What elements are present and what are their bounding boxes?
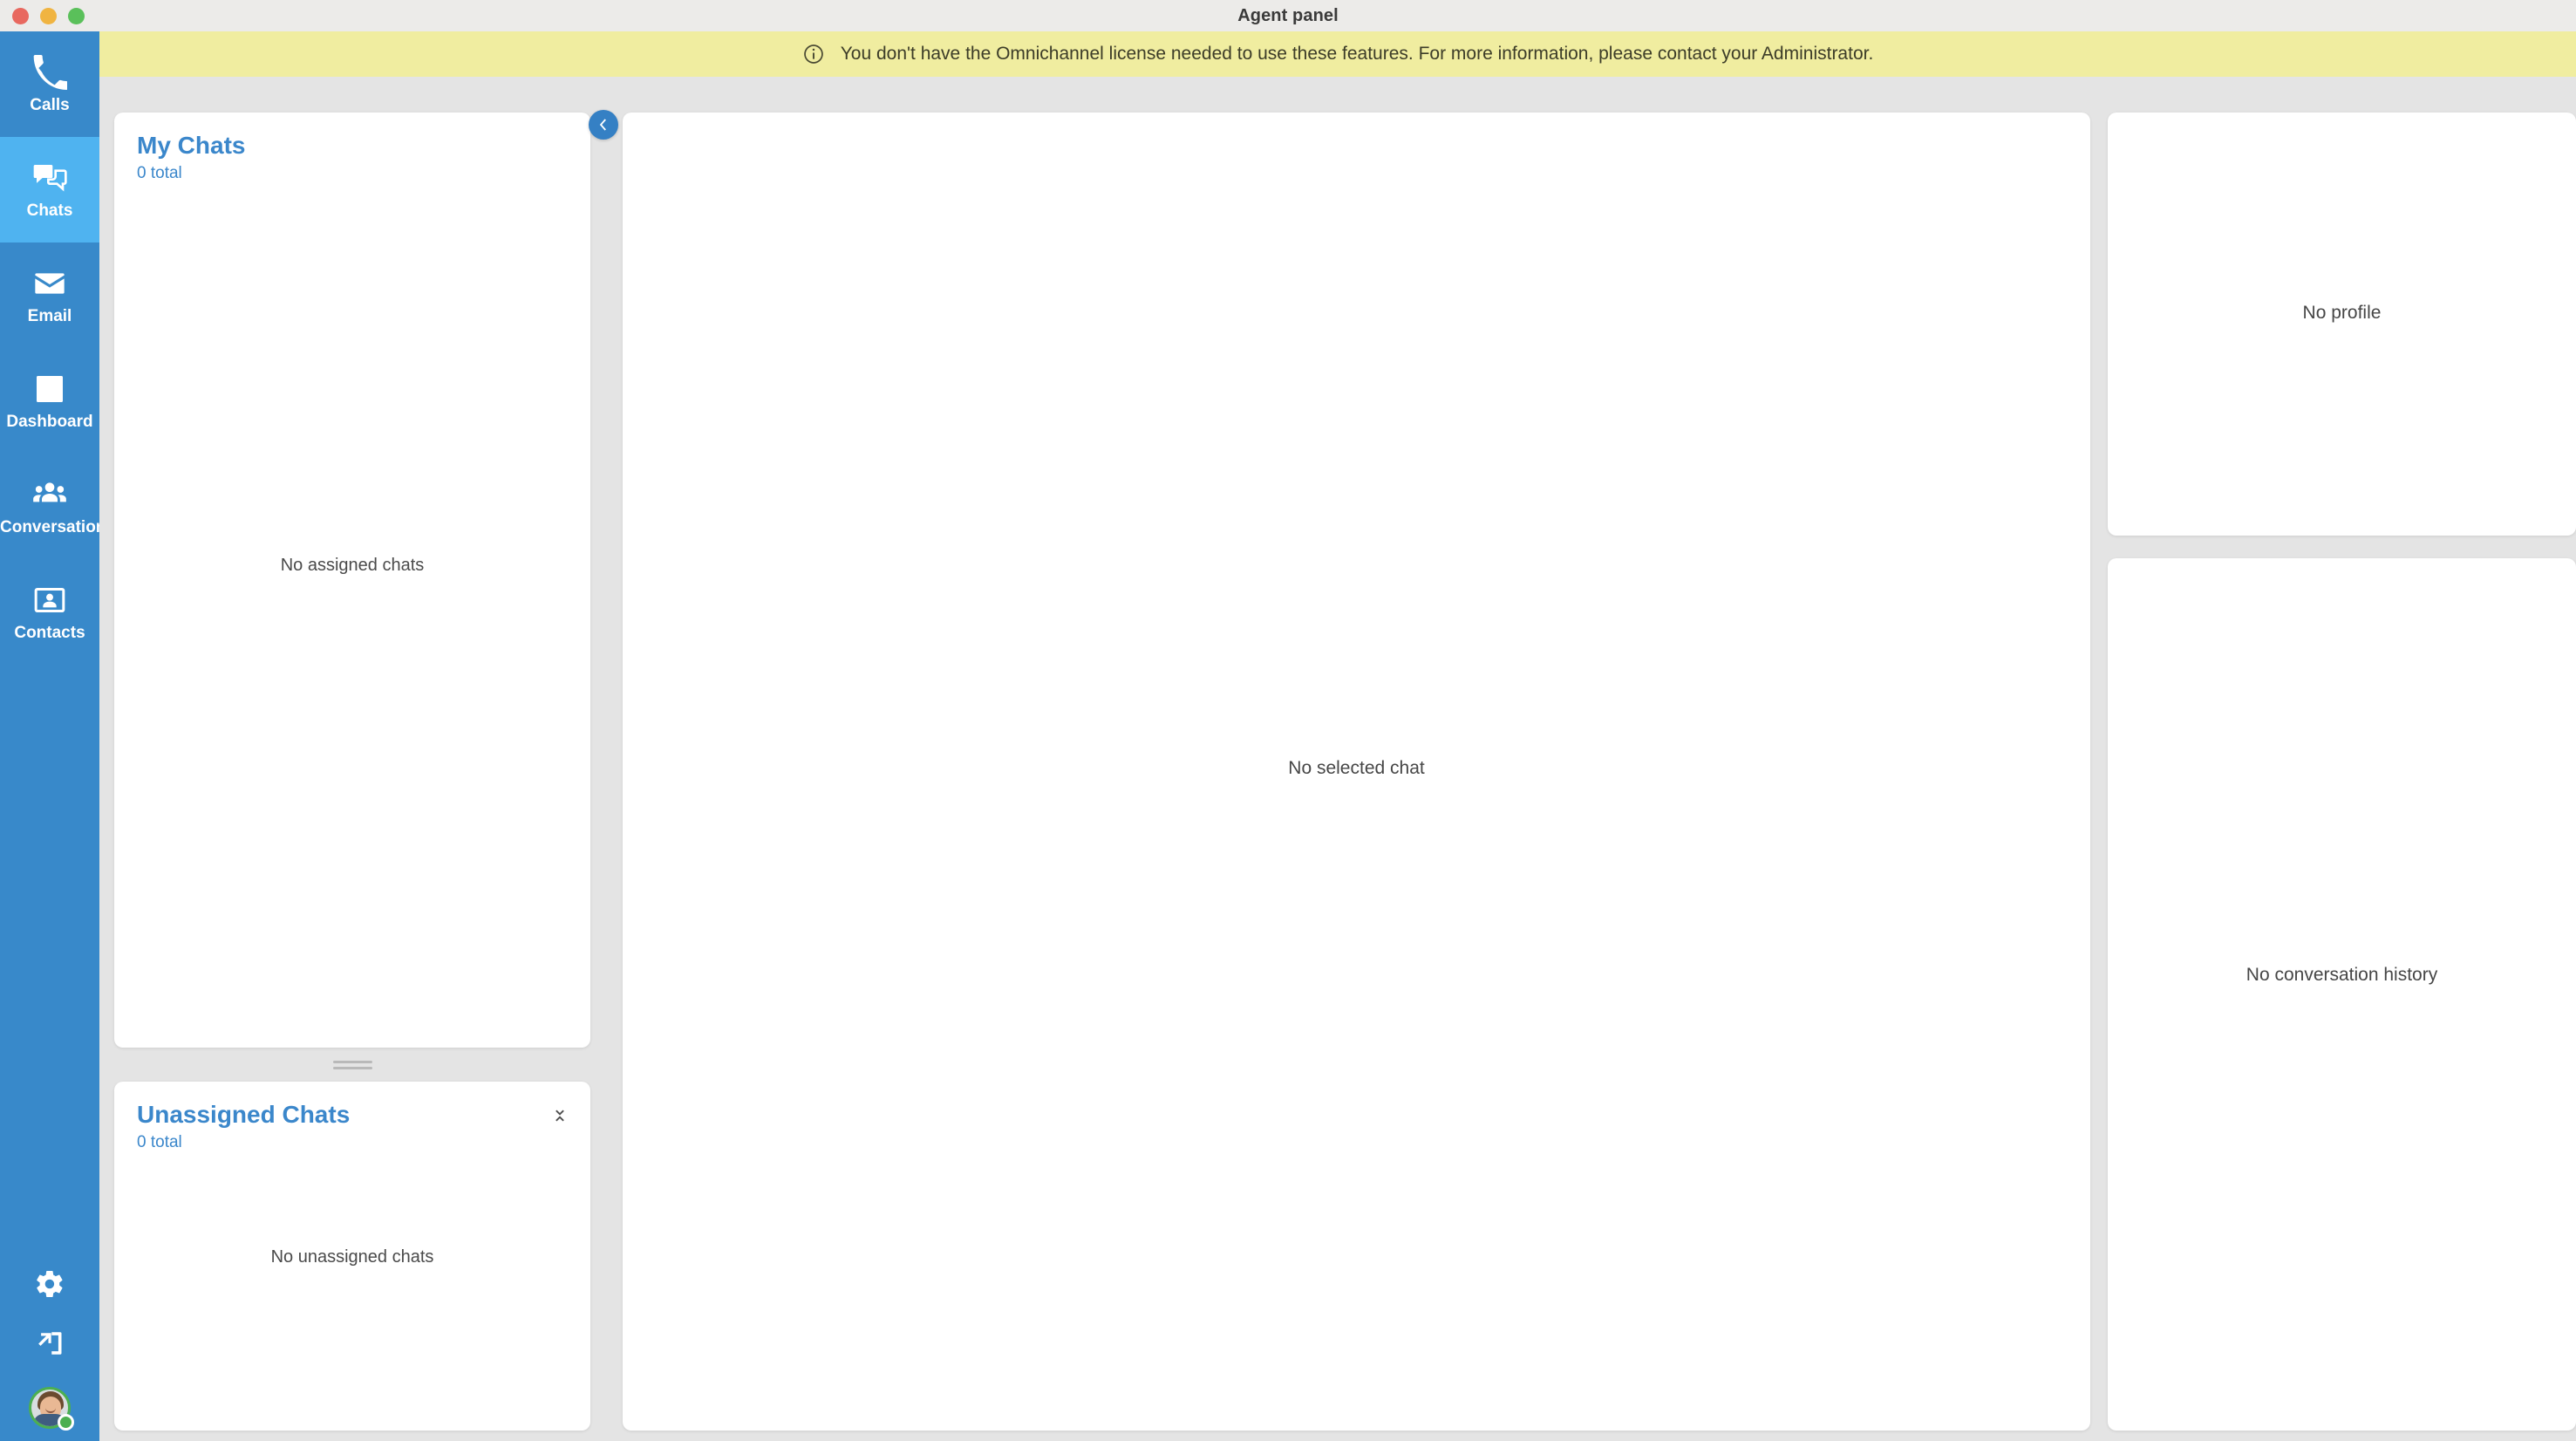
chart-image-icon: [32, 372, 67, 406]
status-badge-online: [58, 1414, 74, 1431]
envelope-icon: [32, 266, 67, 301]
sidebar-item-label: Conversations: [0, 519, 99, 536]
my-chats-panel: My Chats 0 total No assigned chats: [114, 113, 590, 1048]
window-controls: [12, 0, 85, 31]
resize-grip-icon: [332, 1060, 372, 1069]
unassigned-chats-title: Unassigned Chats: [137, 1101, 351, 1128]
primary-sidebar: Calls Chats Email Dashboard Conversatio …: [0, 31, 99, 1441]
my-chats-title: My Chats: [137, 132, 246, 159]
sidebar-item-label: Calls: [30, 97, 70, 113]
window-minimize-button[interactable]: [40, 7, 57, 24]
unassigned-chats-panel: Unassigned Chats 0 total No unassigned c…: [114, 1082, 590, 1431]
contact-profile-panel: No profile: [2108, 113, 2576, 536]
sidebar-item-label: Email: [27, 308, 72, 324]
sidebar-item-label: Contacts: [14, 625, 85, 641]
license-warning-banner: You don't have the Omnichannel license n…: [99, 31, 2576, 77]
sidebar-item-label: Dashboard: [6, 413, 93, 430]
license-warning-text: You don't have the Omnichannel license n…: [840, 44, 1874, 64]
collapse-chat-list-button[interactable]: [589, 110, 618, 140]
chat-empty-state: No selected chat: [1288, 758, 1425, 778]
chevron-left-icon: [596, 117, 611, 133]
chat-conversation-panel: No selected chat: [623, 113, 2090, 1431]
sidebar-item-contacts[interactable]: Contacts: [0, 559, 99, 665]
unassigned-chats-header: Unassigned Chats 0 total: [114, 1082, 590, 1153]
contact-card-icon: [32, 583, 67, 618]
my-chats-header: My Chats 0 total: [114, 113, 590, 184]
gear-icon: [34, 1268, 65, 1300]
window-titlebar: Agent panel: [0, 0, 2576, 31]
sidebar-item-email[interactable]: Email: [0, 242, 99, 348]
my-chats-count: 0 total: [137, 164, 182, 183]
sidebar-item-label: Chats: [26, 202, 73, 219]
panel-resize-handle[interactable]: [114, 1048, 590, 1082]
history-empty-state: No conversation history: [2245, 965, 2438, 985]
unassigned-chats-collapse-button[interactable]: [549, 1104, 571, 1127]
collapse-vertical-icon: [551, 1107, 569, 1124]
conversation-history-panel: No conversation history: [2108, 558, 2576, 1431]
sidebar-bottom-actions: [0, 1265, 99, 1441]
logout-button[interactable]: [31, 1324, 69, 1362]
sidebar-item-chats[interactable]: Chats: [0, 137, 99, 242]
sidebar-item-conversations[interactable]: Conversations: [0, 454, 99, 559]
people-group-icon: [32, 477, 67, 512]
window-zoom-button[interactable]: [68, 7, 85, 24]
settings-button[interactable]: [31, 1265, 69, 1303]
window-close-button[interactable]: [12, 7, 29, 24]
unassigned-chats-count: 0 total: [137, 1133, 182, 1152]
my-chats-empty-state: No assigned chats: [280, 556, 425, 575]
profile-empty-state: No profile: [2302, 303, 2382, 323]
info-circle-icon: [802, 43, 825, 65]
sidebar-item-calls[interactable]: Calls: [0, 31, 99, 137]
phone-icon: [32, 55, 67, 90]
window-title: Agent panel: [1237, 5, 1339, 25]
workspace: My Chats 0 total No assigned chats Unass…: [99, 77, 2576, 1441]
chat-bubbles-icon: [32, 160, 67, 195]
sidebar-nav-list: Calls Chats Email Dashboard Conversatio …: [0, 31, 99, 665]
unassigned-chats-empty-state: No unassigned chats: [270, 1247, 434, 1267]
logout-icon: [34, 1328, 65, 1359]
user-avatar-button[interactable]: [29, 1387, 74, 1431]
sidebar-item-dashboard[interactable]: Dashboard: [0, 348, 99, 454]
